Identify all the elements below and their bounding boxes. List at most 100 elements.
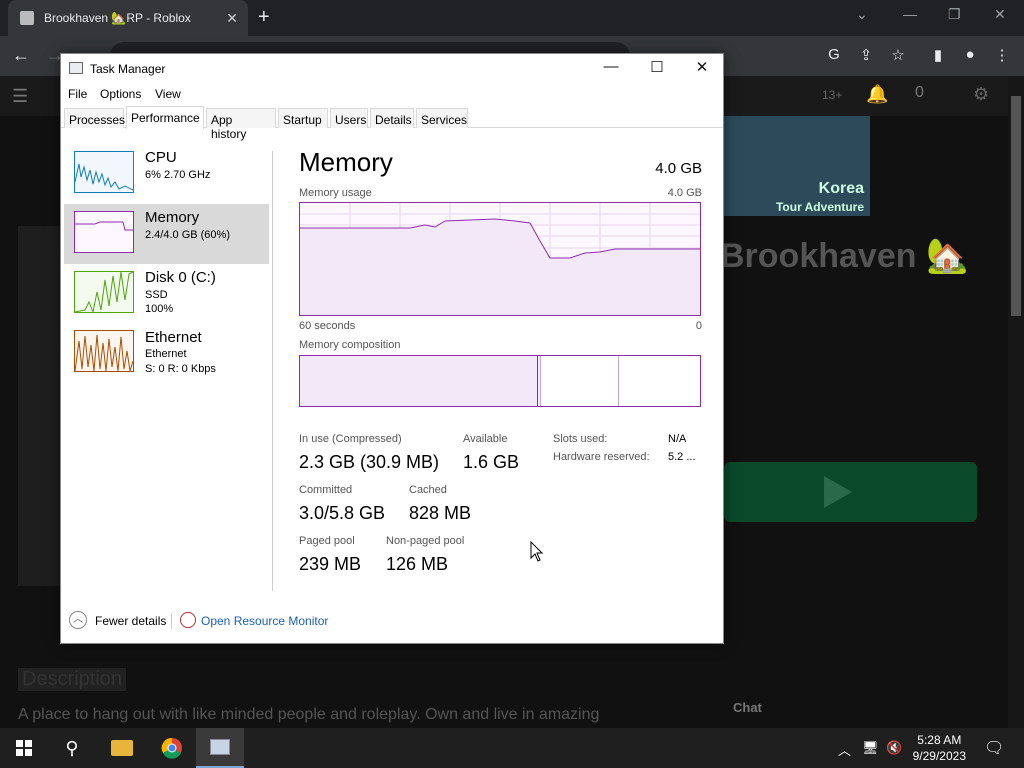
- sidebar-item-disk[interactable]: Disk 0 (C:) SSD 100%: [64, 264, 269, 324]
- game-thumbnail: [18, 226, 60, 586]
- menu-kebab-icon[interactable]: ⋮: [993, 46, 1011, 64]
- memory-total: 4.0 GB: [655, 160, 702, 177]
- task-manager-app-icon: [69, 62, 83, 74]
- in-use-label: In use (Compressed): [299, 433, 402, 445]
- minimize-button[interactable]: —: [588, 58, 634, 80]
- task-manager-taskbar-icon[interactable]: [196, 728, 244, 768]
- slots-used-label: Slots used:: [553, 433, 608, 445]
- age-badge: 13+: [822, 88, 843, 102]
- available-value: 1.6 GB: [463, 452, 520, 472]
- notifications-icon[interactable]: 🗨: [984, 738, 1004, 758]
- tab-performance[interactable]: Performance: [126, 106, 204, 129]
- memory-heading: Memory: [299, 147, 393, 177]
- close-button[interactable]: ✕: [679, 58, 725, 80]
- sidebar-item-ethernet[interactable]: Ethernet Ethernet S: 0 R: 0 Kbps: [64, 329, 269, 390]
- description-text: A place to hang out with like minded peo…: [18, 706, 600, 723]
- task-manager-titlebar[interactable]: Task Manager — ☐ ✕: [61, 54, 723, 84]
- tab-app-history[interactable]: App history: [206, 108, 276, 141]
- sidebar-cpu-name: CPU: [145, 149, 177, 166]
- menu-options[interactable]: Options: [100, 87, 141, 101]
- windows-taskbar: ⚲ ︿ 🖥 🔇 5:28 AM 9/29/2023 🗨: [0, 728, 1024, 768]
- sidebar-ethernet-name: Ethernet: [145, 329, 202, 346]
- minimize-button[interactable]: —: [903, 6, 917, 22]
- tab-users[interactable]: Users: [330, 108, 368, 128]
- non-paged-pool-label: Non-paged pool: [386, 535, 465, 547]
- tab-details[interactable]: Details: [370, 108, 414, 128]
- tray-chevron-icon[interactable]: ︿: [838, 740, 851, 759]
- notification-icon[interactable]: 🔔: [866, 84, 888, 105]
- sidepanel-icon[interactable]: ▮: [929, 46, 947, 64]
- tab-search-icon[interactable]: ⌄: [856, 6, 868, 23]
- footer-separator: [171, 613, 172, 629]
- page-scrollbar[interactable]: [1008, 76, 1024, 728]
- memory-thumbnail-graph: [74, 211, 134, 253]
- menu-view[interactable]: View: [155, 87, 181, 101]
- memory-composition-bar[interactable]: [299, 355, 701, 407]
- close-tab-icon[interactable]: ✕: [226, 10, 238, 27]
- roblox-favicon-icon: [20, 11, 34, 25]
- composition-in-use[interactable]: [300, 356, 538, 406]
- maximize-button[interactable]: ☐: [634, 58, 680, 80]
- game-banner[interactable]: Korea Tour Adventure: [720, 116, 870, 216]
- close-window-button[interactable]: ✕: [994, 6, 1006, 23]
- hamburger-icon[interactable]: ☰: [12, 86, 28, 107]
- volume-muted-icon[interactable]: 🔇: [886, 740, 902, 756]
- play-icon: [824, 476, 852, 508]
- committed-value: 3.0/5.8 GB: [299, 503, 386, 523]
- settings-gear-icon[interactable]: ⚙: [973, 84, 989, 105]
- new-tab-button[interactable]: +: [258, 6, 270, 29]
- share-icon[interactable]: ⇪: [857, 46, 875, 64]
- open-resource-monitor-link[interactable]: Open Resource Monitor: [201, 614, 328, 628]
- menu-file[interactable]: File: [68, 87, 87, 101]
- chrome-icon[interactable]: [148, 728, 196, 768]
- bookmark-star-icon[interactable]: ☆: [889, 46, 907, 64]
- fewer-details-link[interactable]: Fewer details: [95, 614, 166, 628]
- memory-composition-label: Memory composition: [299, 339, 401, 351]
- tab-bar: Processes Performance App history Startu…: [61, 106, 723, 141]
- tab-startup[interactable]: Startup: [278, 108, 328, 128]
- restore-button[interactable]: ❐: [948, 6, 961, 23]
- profile-icon[interactable]: ●: [961, 46, 979, 64]
- sidebar-item-cpu[interactable]: CPU 6% 2.70 GHz: [64, 144, 269, 204]
- hardware-reserved-value: 5.2 ...: [668, 451, 696, 463]
- chevron-up-icon[interactable]: ︿: [69, 611, 87, 629]
- task-manager-window: Task Manager — ☐ ✕ File Options View Pro…: [60, 53, 724, 644]
- banner-subtitle: Tour Adventure: [775, 200, 864, 214]
- robux-count[interactable]: 0: [915, 84, 924, 102]
- in-use-value: 2.3 GB (30.9 MB): [299, 452, 440, 472]
- paged-pool-value: 239 MB: [299, 554, 362, 574]
- taskbar-clock[interactable]: 5:28 AM 9/29/2023: [913, 732, 966, 764]
- resource-monitor-icon[interactable]: [180, 612, 196, 628]
- tab-services[interactable]: Services: [416, 108, 468, 128]
- memory-usage-max: 4.0 GB: [667, 187, 702, 199]
- sidebar-ethernet-throughput: S: 0 R: 0 Kbps: [145, 363, 216, 375]
- start-windows-icon[interactable]: [0, 728, 48, 768]
- cpu-thumbnail-graph: [74, 151, 134, 193]
- ethernet-thumbnail-graph: [74, 330, 134, 372]
- browser-tab[interactable]: Brookhaven 🏡RP - Roblox ✕: [8, 0, 248, 36]
- file-explorer-icon[interactable]: [98, 728, 146, 768]
- sidebar-memory-name: Memory: [145, 209, 200, 226]
- graph-time-end: 0: [695, 320, 702, 332]
- description-heading: Description: [18, 668, 127, 691]
- network-icon[interactable]: 🖥: [862, 740, 879, 756]
- available-label: Available: [463, 433, 508, 445]
- sidebar-cpu-detail: 6% 2.70 GHz: [145, 169, 211, 181]
- sidebar-item-memory[interactable]: Memory 2.4/4.0 GB (60%): [64, 204, 269, 264]
- game-title: Brookhaven 🏡: [720, 237, 969, 275]
- tab-processes[interactable]: Processes: [64, 108, 125, 128]
- chat-button[interactable]: Chat: [733, 700, 762, 715]
- hardware-reserved-label: Hardware reserved:: [553, 451, 650, 463]
- cached-label: Cached: [409, 484, 447, 496]
- paged-pool-label: Paged pool: [299, 535, 355, 547]
- non-paged-pool-value: 126 MB: [386, 554, 449, 574]
- scrollbar-thumb[interactable]: [1011, 96, 1021, 316]
- back-icon[interactable]: ←: [12, 45, 30, 66]
- composition-free[interactable]: [619, 356, 700, 406]
- composition-standby[interactable]: [541, 356, 619, 406]
- play-button[interactable]: [724, 462, 977, 522]
- google-icon[interactable]: G: [825, 46, 843, 64]
- sidebar-disk-name: Disk 0 (C:): [145, 269, 216, 286]
- tab-title: Brookhaven 🏡RP - Roblox: [44, 11, 191, 25]
- search-icon[interactable]: ⚲: [48, 728, 96, 768]
